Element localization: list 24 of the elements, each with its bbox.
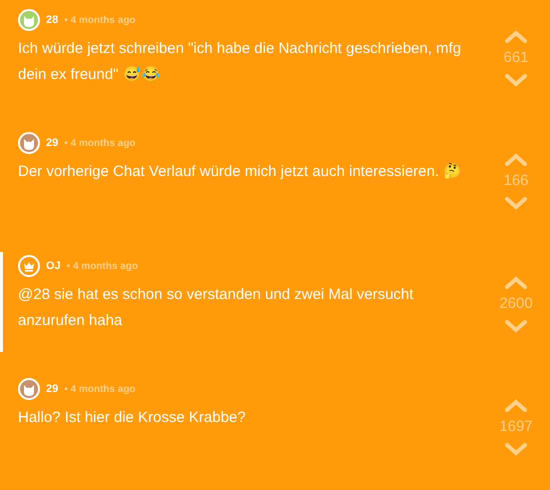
timestamp: • 4 months ago [64, 136, 136, 150]
vote-count: 2600 [499, 294, 533, 314]
vote-count: 661 [503, 48, 529, 68]
upvote-icon[interactable] [503, 28, 529, 46]
comment-text: @28 sie hat es schon so verstanden und zwei Mal versucht anzurufen haha [18, 285, 414, 331]
avatar-icon [18, 9, 40, 31]
vote-count: 1697 [499, 417, 533, 437]
timestamp: • 4 months ago [64, 382, 136, 396]
timestamp: • 4 months ago [64, 14, 136, 28]
upvote-icon[interactable] [503, 151, 529, 169]
author-name[interactable]: 28 [46, 12, 58, 28]
avatar-icon [18, 255, 40, 277]
timestamp: • 4 months ago [66, 260, 138, 274]
vote-count: 166 [503, 171, 529, 191]
upvote-icon[interactable] [503, 274, 529, 292]
author-name[interactable]: OJ [46, 258, 61, 274]
comment-text: Hallo? Ist hier die Krosse Krabbe? [18, 408, 247, 428]
avatar-icon [18, 132, 40, 154]
upvote-icon[interactable] [503, 397, 529, 415]
comment-text: Ich würde jetzt schreiben "ich habe die Nachricht geschrieben, mfg dein ex freund" 😅😂 [18, 39, 462, 85]
comment-text: Der vorherige Chat Verlauf würde mich jetzt auch interessieren. 🤔 [18, 162, 464, 182]
avatar-icon [18, 378, 40, 400]
author-name[interactable]: 29 [46, 134, 58, 152]
author-name[interactable]: 29 [46, 380, 58, 398]
